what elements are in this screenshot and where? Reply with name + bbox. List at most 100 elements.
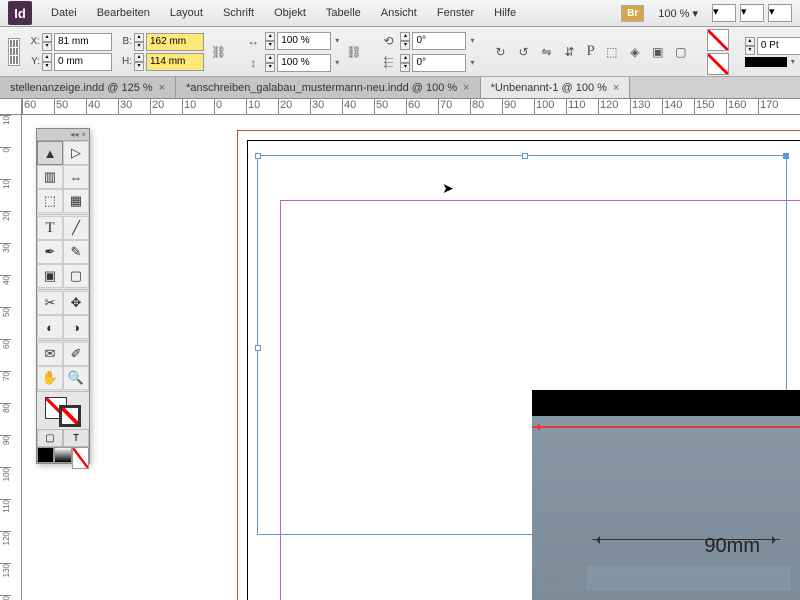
apply-color-icon[interactable] bbox=[37, 447, 54, 463]
constrain-scale-icon[interactable]: ⛓ bbox=[345, 42, 362, 62]
menu-datei[interactable]: Datei bbox=[42, 3, 86, 23]
menu-layout[interactable]: Layout bbox=[161, 3, 212, 23]
p-icon[interactable]: P bbox=[586, 42, 596, 62]
resize-handle[interactable] bbox=[255, 153, 261, 159]
tab-stellenanzeige[interactable]: stellenanzeige.indd @ 125 %× bbox=[0, 77, 176, 98]
h-input[interactable]: 114 mm bbox=[146, 53, 204, 71]
zoom-level[interactable]: 100 % ▾ bbox=[652, 5, 704, 22]
fliph-icon[interactable]: ⇋ bbox=[537, 42, 557, 62]
pencil-tool[interactable]: ✎ bbox=[63, 240, 89, 264]
apply-none-icon[interactable] bbox=[72, 447, 89, 469]
app-logo: Id bbox=[8, 1, 32, 25]
cursor-icon: ➤ bbox=[442, 180, 454, 197]
scissors-tool[interactable]: ✂ bbox=[37, 291, 63, 315]
tab-unbenannt[interactable]: *Unbenannt-1 @ 100 %× bbox=[481, 77, 631, 98]
selection-tool[interactable]: ▲ bbox=[37, 141, 63, 165]
placed-image[interactable]: 90mm 20 bbox=[532, 390, 800, 600]
hand-tool[interactable]: ✋ bbox=[37, 366, 63, 390]
vertical-ruler[interactable]: 100102030405060708090100110120130140 bbox=[0, 115, 22, 600]
x-input[interactable]: 81 mm bbox=[54, 33, 112, 51]
pen-tool[interactable]: ✒ bbox=[37, 240, 63, 264]
w-input[interactable]: 162 mm bbox=[146, 33, 204, 51]
tools-panel[interactable]: ◂◂× ▲ ▷ ▥ ⇔ ⬚ ▦ T ╱ ✒ ✎ ▣ ▢ ✂ ✥ ◐ ◑ ✉ ✐ … bbox=[36, 128, 90, 464]
y-label: Y: bbox=[26, 56, 40, 67]
close-icon[interactable]: × bbox=[159, 82, 165, 94]
line-tool[interactable]: ╱ bbox=[63, 216, 89, 240]
shear-input[interactable]: 0° bbox=[412, 54, 466, 72]
shear-icon: ⬱ bbox=[378, 53, 398, 73]
x-label: X: bbox=[26, 36, 40, 47]
arrange-icon[interactable]: ▾ bbox=[768, 4, 792, 22]
w-spinner[interactable]: ▴▾ bbox=[134, 33, 144, 51]
menu-fenster[interactable]: Fenster bbox=[428, 3, 483, 23]
rotate90cw-icon[interactable]: ↻ bbox=[491, 42, 511, 62]
inner-rect bbox=[587, 566, 790, 590]
canvas[interactable]: 90mm 20 ➤ bbox=[22, 115, 800, 600]
page-tool[interactable]: ▥ bbox=[37, 165, 63, 189]
x-spinner[interactable]: ▴▾ bbox=[42, 33, 52, 51]
stroke-weight-input[interactable]: 0 Pt bbox=[757, 37, 800, 55]
fill-swatch[interactable] bbox=[707, 29, 729, 51]
formatting-container-icon[interactable]: ▢ bbox=[37, 429, 63, 447]
h-spinner[interactable]: ▴▾ bbox=[134, 53, 144, 71]
view-mode-icon[interactable]: ▾ bbox=[712, 4, 736, 22]
free-transform-tool[interactable]: ✥ bbox=[63, 291, 89, 315]
dimension-90mm: 90mm bbox=[704, 535, 760, 558]
dimension-20: 20 bbox=[542, 570, 560, 588]
flipv-icon[interactable]: ⇵ bbox=[560, 42, 580, 62]
zoom-tool[interactable]: 🔍 bbox=[63, 366, 89, 390]
h-label: H: bbox=[118, 56, 132, 67]
y-input[interactable]: 0 mm bbox=[54, 53, 112, 71]
gradient-feather-tool[interactable]: ◑ bbox=[63, 315, 89, 339]
menu-bar: Id Datei Bearbeiten Layout Schrift Objek… bbox=[0, 0, 800, 27]
rotate-icon: ⟲ bbox=[378, 31, 398, 51]
tab-anschreiben[interactable]: *anschreiben_galabau_mustermann-neu.indd… bbox=[176, 77, 481, 98]
stroke-style[interactable] bbox=[745, 57, 787, 67]
gradient-swatch-tool[interactable]: ◐ bbox=[37, 315, 63, 339]
select-container-icon[interactable]: ⬚ bbox=[602, 42, 622, 62]
gap-tool[interactable]: ⇔ bbox=[63, 165, 89, 189]
rectangle-tool[interactable]: ▢ bbox=[63, 264, 89, 288]
rotate90ccw-icon[interactable]: ↺ bbox=[514, 42, 534, 62]
screen-mode-icon[interactable]: ▾ bbox=[740, 4, 764, 22]
direct-selection-tool[interactable]: ▷ bbox=[63, 141, 89, 165]
close-icon[interactable]: × bbox=[463, 82, 469, 94]
menu-objekt[interactable]: Objekt bbox=[265, 3, 315, 23]
menu-bearbeiten[interactable]: Bearbeiten bbox=[88, 3, 159, 23]
type-tool[interactable]: T bbox=[37, 216, 63, 240]
fit-content-icon[interactable]: ▣ bbox=[648, 42, 668, 62]
reference-point[interactable] bbox=[8, 38, 20, 66]
stroke-swatch[interactable] bbox=[707, 53, 729, 75]
resize-handle[interactable] bbox=[522, 153, 528, 159]
scaley-icon: ↕ bbox=[243, 53, 263, 73]
scaley-input[interactable]: 100 % bbox=[277, 54, 331, 72]
close-icon[interactable]: × bbox=[81, 130, 86, 139]
y-spinner[interactable]: ▴▾ bbox=[42, 53, 52, 71]
control-panel: X:▴▾81 mm Y:▴▾0 mm B:▴▾162 mm H:▴▾114 mm… bbox=[0, 27, 800, 77]
constrain-wh-icon[interactable]: ⛓ bbox=[210, 42, 227, 62]
rectangle-frame-tool[interactable]: ▣ bbox=[37, 264, 63, 288]
content-collector-tool[interactable]: ⬚ bbox=[37, 189, 63, 213]
red-dimension-line bbox=[532, 426, 800, 428]
content-placer-tool[interactable]: ▦ bbox=[63, 189, 89, 213]
menu-schrift[interactable]: Schrift bbox=[214, 3, 263, 23]
fit-frame-icon[interactable]: ▢ bbox=[671, 42, 691, 62]
close-icon[interactable]: × bbox=[613, 82, 619, 94]
note-tool[interactable]: ✉ bbox=[37, 342, 63, 366]
menu-ansicht[interactable]: Ansicht bbox=[372, 3, 426, 23]
menu-tabelle[interactable]: Tabelle bbox=[317, 3, 370, 23]
select-content-icon[interactable]: ◈ bbox=[625, 42, 645, 62]
scalex-input[interactable]: 100 % bbox=[277, 32, 331, 50]
eyedropper-tool[interactable]: ✐ bbox=[63, 342, 89, 366]
resize-handle[interactable] bbox=[783, 153, 789, 159]
fill-stroke-swatch[interactable] bbox=[37, 393, 89, 429]
bridge-button[interactable]: Br bbox=[621, 5, 644, 22]
collapse-icon[interactable]: ◂◂ bbox=[70, 130, 78, 139]
horizontal-ruler[interactable]: 6050403020100102030405060708090100110120… bbox=[22, 99, 800, 115]
menu-hilfe[interactable]: Hilfe bbox=[485, 3, 525, 23]
formatting-text-icon[interactable]: T bbox=[63, 429, 89, 447]
resize-handle[interactable] bbox=[255, 345, 261, 351]
rotate-input[interactable]: 0° bbox=[412, 32, 466, 50]
apply-gradient-icon[interactable] bbox=[54, 447, 71, 463]
ruler-origin[interactable] bbox=[0, 99, 22, 115]
